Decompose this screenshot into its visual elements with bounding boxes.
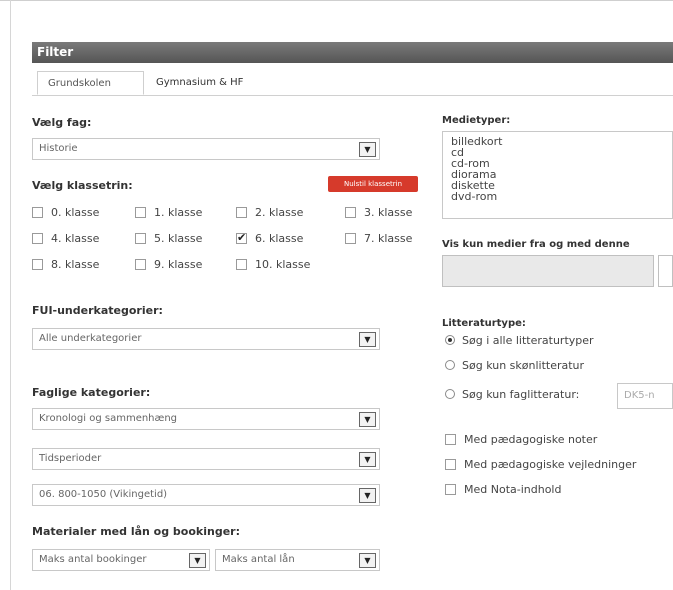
- grade-label: 4. klasse: [51, 232, 100, 245]
- chevron-down-icon[interactable]: [359, 332, 376, 347]
- fui-label: FUI-underkategorier:: [32, 304, 163, 317]
- max-bookings-select[interactable]: Maks antal bookinger: [32, 549, 210, 571]
- chevron-down-icon[interactable]: [359, 452, 376, 467]
- ped-notes-checkbox[interactable]: Med pædagogiske noter: [445, 433, 597, 447]
- lit-type-label: Litteraturtype:: [442, 318, 526, 329]
- filter-header: Filter: [32, 42, 673, 63]
- reset-grades-button[interactable]: Nulstil klassetrin: [328, 176, 418, 192]
- radio-label: Søg kun skønlitteratur: [462, 359, 585, 372]
- checkbox-checked-icon[interactable]: [236, 231, 247, 245]
- checkbox-label: Med pædagogiske noter: [464, 433, 598, 446]
- tab-gymnasium-hf[interactable]: Gymnasium & HF: [146, 71, 253, 95]
- subject-select-value: Historie: [39, 143, 78, 154]
- grade-checkbox-5[interactable]: 5. klasse: [135, 232, 202, 246]
- chevron-down-icon[interactable]: [359, 553, 376, 568]
- chevron-down-icon[interactable]: [189, 553, 206, 568]
- era-select-value: 06. 800-1050 (Vikingetid): [39, 489, 168, 500]
- radio-icon[interactable]: [445, 389, 455, 399]
- chevron-down-icon[interactable]: [359, 142, 376, 157]
- checkbox-icon[interactable]: [445, 434, 456, 445]
- chevron-down-icon[interactable]: [359, 488, 376, 503]
- checkbox-icon[interactable]: [135, 233, 146, 244]
- tab-bar: Grundskolen Gymnasium & HF: [32, 63, 673, 96]
- media-option[interactable]: dvd-rom: [451, 191, 672, 202]
- grade-label: 1. klasse: [154, 206, 203, 219]
- checkbox-icon[interactable]: [32, 233, 43, 244]
- category-select-value: Kronologi og sammenhæng: [39, 413, 178, 424]
- era-select[interactable]: 06. 800-1050 (Vikingetid): [32, 484, 380, 506]
- fui-select-value: Alle underkategorier: [39, 333, 142, 344]
- checkbox-icon[interactable]: [345, 207, 356, 218]
- grade-checkbox-8[interactable]: 8. klasse: [32, 258, 99, 272]
- grade-label: 3. klasse: [364, 206, 413, 219]
- filter-panel: Filter Grundskolen Gymnasium & HF Vælg f…: [32, 34, 673, 590]
- fui-select[interactable]: Alle underkategorier: [32, 328, 380, 350]
- lit-radio-fiction[interactable]: Søg kun skønlitteratur: [445, 359, 584, 373]
- checkbox-icon[interactable]: [32, 207, 43, 218]
- materials-label: Materialer med lån og bookinger:: [32, 525, 240, 538]
- categories-label: Faglige kategorier:: [32, 386, 151, 399]
- grade-label: 7. klasse: [364, 232, 413, 245]
- grade-label: 6. klasse: [255, 232, 304, 245]
- radio-label: Søg i alle litteraturtyper: [462, 334, 594, 347]
- checkbox-icon[interactable]: [345, 233, 356, 244]
- period-select[interactable]: Tidsperioder: [32, 448, 380, 470]
- radio-label: Søg kun faglitteratur:: [462, 388, 580, 401]
- checkbox-label: Med pædagogiske vejledninger: [464, 458, 637, 471]
- checkbox-icon[interactable]: [135, 259, 146, 270]
- grades-label: Vælg klassetrin:: [32, 179, 133, 192]
- checkbox-icon[interactable]: [236, 207, 247, 218]
- category-select[interactable]: Kronologi og sammenhæng: [32, 408, 380, 430]
- grade-checkbox-2[interactable]: 2. klasse: [236, 206, 303, 220]
- media-option[interactable]: billedkort: [451, 136, 672, 147]
- grade-checkbox-10[interactable]: 10. klasse: [236, 258, 310, 272]
- checkbox-icon[interactable]: [236, 259, 247, 270]
- checkbox-icon[interactable]: [445, 484, 456, 495]
- grade-label: 2. klasse: [255, 206, 304, 219]
- grade-checkbox-0[interactable]: 0. klasse: [32, 206, 99, 220]
- grade-label: 0. klasse: [51, 206, 100, 219]
- grade-label: 9. klasse: [154, 258, 203, 271]
- media-types-listbox[interactable]: billedkort cd cd-rom diorama diskette dv…: [442, 131, 673, 219]
- dk5-input[interactable]: DK5-n: [617, 383, 673, 409]
- radio-icon[interactable]: [445, 360, 455, 370]
- grade-label: 10. klasse: [255, 258, 311, 271]
- window-top-border: [0, 0, 673, 1]
- grade-checkbox-3[interactable]: 3. klasse: [345, 206, 412, 220]
- grade-label: 5. klasse: [154, 232, 203, 245]
- subject-select[interactable]: Historie: [32, 138, 380, 160]
- max-loans-select[interactable]: Maks antal lån: [215, 549, 380, 571]
- chevron-down-icon[interactable]: [359, 412, 376, 427]
- max-bookings-value: Maks antal bookinger: [39, 554, 147, 565]
- from-date-label: Vis kun medier fra og med denne: [442, 239, 630, 250]
- period-select-value: Tidsperioder: [39, 453, 102, 464]
- nota-checkbox[interactable]: Med Nota-indhold: [445, 483, 561, 497]
- tab-grundskolen[interactable]: Grundskolen: [37, 71, 144, 95]
- checkbox-icon[interactable]: [32, 259, 43, 270]
- radio-selected-icon[interactable]: [445, 335, 455, 345]
- lit-radio-all[interactable]: Søg i alle litteraturtyper: [445, 334, 594, 348]
- from-date-input[interactable]: [442, 255, 654, 287]
- max-loans-value: Maks antal lån: [222, 554, 295, 565]
- from-date-button[interactable]: [658, 255, 673, 287]
- grade-checkbox-4[interactable]: 4. klasse: [32, 232, 99, 246]
- ped-guides-checkbox[interactable]: Med pædagogiske vejledninger: [445, 458, 636, 472]
- lit-radio-nonfiction[interactable]: Søg kun faglitteratur:: [445, 388, 579, 402]
- media-types-label: Medietyper:: [442, 115, 511, 126]
- grade-checkbox-7[interactable]: 7. klasse: [345, 232, 412, 246]
- grade-checkbox-6[interactable]: 6. klasse: [236, 231, 304, 246]
- checkbox-icon[interactable]: [135, 207, 146, 218]
- subject-label: Vælg fag:: [32, 116, 92, 129]
- checkbox-icon[interactable]: [445, 459, 456, 470]
- checkbox-label: Med Nota-indhold: [464, 483, 562, 496]
- grade-checkbox-9[interactable]: 9. klasse: [135, 258, 202, 272]
- grade-checkbox-1[interactable]: 1. klasse: [135, 206, 202, 220]
- grade-label: 8. klasse: [51, 258, 100, 271]
- window-left-border: [10, 0, 11, 590]
